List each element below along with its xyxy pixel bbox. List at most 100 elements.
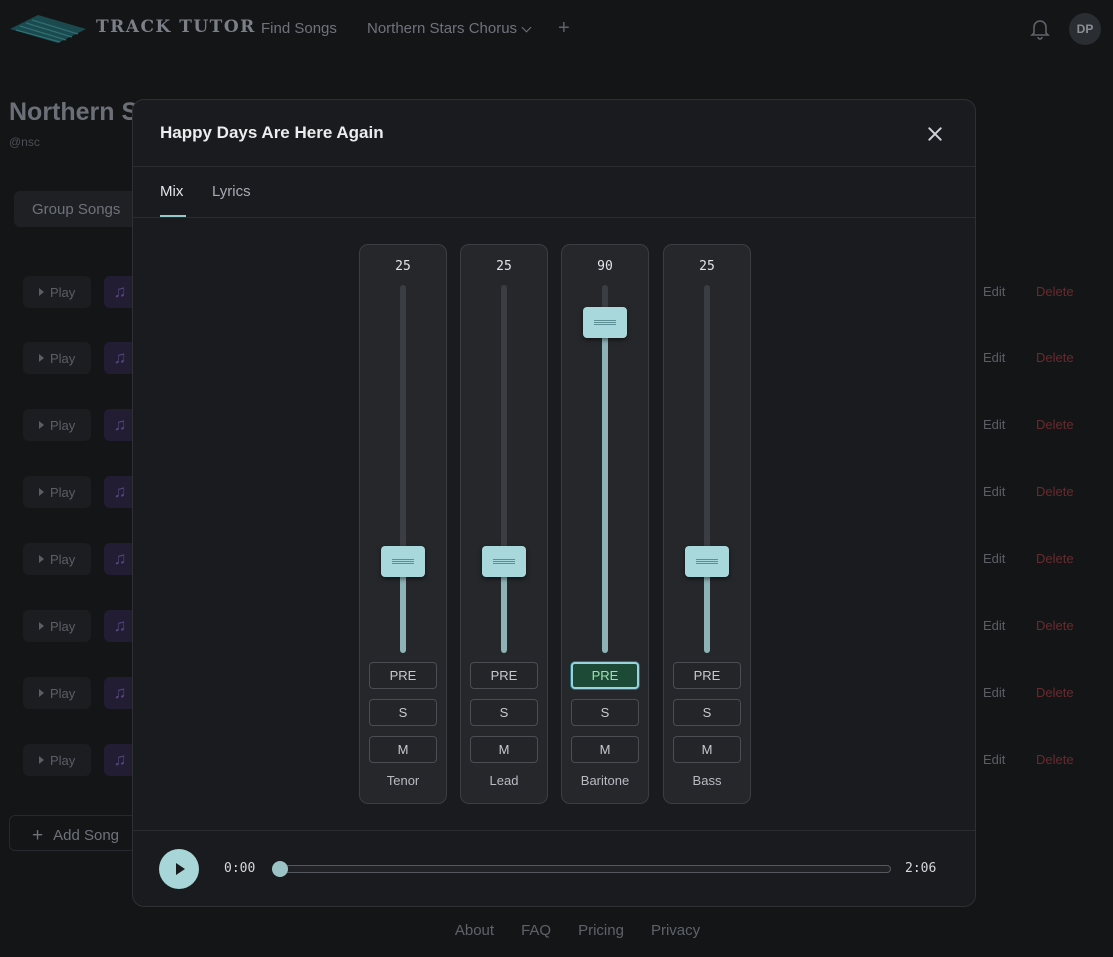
footer: About FAQ Pricing Privacy (0, 922, 1113, 939)
play-icon (39, 689, 44, 697)
volume-fill (602, 322, 608, 653)
pre-button[interactable]: PRE (673, 662, 741, 689)
play-icon (39, 421, 44, 429)
row-delete-button[interactable]: Delete (1036, 551, 1074, 566)
row-play-button[interactable]: Play (23, 409, 91, 441)
channel-name: Tenor (386, 773, 420, 788)
row-play-button[interactable]: Play (23, 276, 91, 308)
volume-handle[interactable] (685, 546, 729, 577)
nav-group-selector[interactable]: Northern Stars Chorus (367, 20, 532, 37)
row-delete-button[interactable]: Delete (1036, 618, 1074, 633)
volume-slider[interactable] (685, 285, 729, 653)
plus-icon: + (32, 825, 44, 846)
pre-button[interactable]: PRE (369, 662, 437, 689)
chevron-down-icon (521, 22, 532, 32)
channel-name: Lead (489, 773, 519, 788)
row-edit-button[interactable]: Edit (983, 685, 1005, 700)
solo-button[interactable]: S (571, 699, 639, 726)
footer-privacy[interactable]: Privacy (651, 922, 700, 939)
player-bar: 0:00 2:06 (133, 830, 975, 906)
volume-value: 25 (395, 259, 411, 274)
volume-handle[interactable] (381, 546, 425, 577)
row-play-button[interactable]: Play (23, 476, 91, 508)
current-time: 0:00 (224, 861, 256, 876)
row-play-button[interactable]: Play (23, 744, 91, 776)
row-play-button[interactable]: Play (23, 342, 91, 374)
channel-name: Bass (692, 773, 722, 788)
row-delete-button[interactable]: Delete (1036, 685, 1074, 700)
channel-name: Baritone (580, 773, 630, 788)
mixer-modal: Happy Days Are Here Again Mix Lyrics 25 P… (132, 99, 976, 907)
mute-button[interactable]: M (369, 736, 437, 763)
play-icon (39, 288, 44, 296)
modal-tabs: Mix Lyrics (133, 167, 975, 218)
row-delete-button[interactable]: Delete (1036, 752, 1074, 767)
volume-slider[interactable] (583, 285, 627, 653)
play-icon (39, 488, 44, 496)
solo-button[interactable]: S (470, 699, 538, 726)
tab-lyrics[interactable]: Lyrics (212, 183, 251, 200)
row-play-label: Play (50, 752, 76, 768)
volume-handle[interactable] (482, 546, 526, 577)
row-edit-button[interactable]: Edit (983, 484, 1005, 499)
row-edit-button[interactable]: Edit (983, 618, 1005, 633)
play-icon (39, 555, 44, 563)
row-play-label: Play (50, 618, 76, 634)
row-delete-button[interactable]: Delete (1036, 284, 1074, 299)
row-edit-button[interactable]: Edit (983, 551, 1005, 566)
row-play-button[interactable]: Play (23, 677, 91, 709)
volume-value: 90 (597, 259, 613, 274)
play-button[interactable] (159, 849, 199, 889)
solo-button[interactable]: S (673, 699, 741, 726)
channel-strip-tenor: 25 PRE S M Tenor (359, 244, 447, 804)
row-play-label: Play (50, 417, 76, 433)
mute-button[interactable]: M (571, 736, 639, 763)
volume-slider[interactable] (482, 285, 526, 653)
row-delete-button[interactable]: Delete (1036, 417, 1074, 432)
row-play-button[interactable]: Play (23, 610, 91, 642)
solo-button[interactable]: S (369, 699, 437, 726)
mute-button[interactable]: M (673, 736, 741, 763)
channel-strip-baritone: 90 PRE S M Baritone (561, 244, 649, 804)
total-time: 2:06 (905, 861, 937, 876)
logo-icon[interactable] (8, 12, 88, 46)
volume-value: 25 (699, 259, 715, 274)
brand-name[interactable]: TRACK TUTOR (96, 17, 256, 37)
row-delete-button[interactable]: Delete (1036, 484, 1074, 499)
pre-button[interactable]: PRE (571, 662, 639, 689)
avatar[interactable]: DP (1069, 13, 1101, 45)
bell-icon[interactable] (1030, 18, 1050, 40)
row-play-button[interactable]: Play (23, 543, 91, 575)
volume-value: 25 (496, 259, 512, 274)
play-icon (39, 354, 44, 362)
add-song-button[interactable]: + Add Song (9, 815, 149, 851)
play-icon (39, 756, 44, 764)
active-tab-indicator (160, 215, 186, 217)
close-icon[interactable] (925, 124, 945, 144)
row-play-label: Play (50, 284, 76, 300)
channel-strip-bass: 25 PRE S M Bass (663, 244, 751, 804)
seek-handle[interactable] (272, 861, 288, 877)
add-group-button[interactable]: + (558, 17, 570, 40)
footer-about[interactable]: About (455, 922, 494, 939)
channel-strip-lead: 25 PRE S M Lead (460, 244, 548, 804)
modal-header: Happy Days Are Here Again (133, 100, 975, 167)
row-edit-button[interactable]: Edit (983, 417, 1005, 432)
footer-faq[interactable]: FAQ (521, 922, 551, 939)
top-bar: TRACK TUTOR Find Songs Northern Stars Ch… (0, 0, 1113, 58)
row-edit-button[interactable]: Edit (983, 752, 1005, 767)
tab-mix[interactable]: Mix (160, 183, 183, 200)
add-song-label: Add Song (53, 827, 119, 844)
mute-button[interactable]: M (470, 736, 538, 763)
row-edit-button[interactable]: Edit (983, 350, 1005, 365)
footer-pricing[interactable]: Pricing (578, 922, 624, 939)
row-edit-button[interactable]: Edit (983, 284, 1005, 299)
nav-find-songs[interactable]: Find Songs (261, 20, 337, 37)
pre-button[interactable]: PRE (470, 662, 538, 689)
seek-slider[interactable] (272, 861, 891, 877)
row-delete-button[interactable]: Delete (1036, 350, 1074, 365)
volume-handle[interactable] (583, 307, 627, 338)
volume-slider[interactable] (381, 285, 425, 653)
row-play-label: Play (50, 685, 76, 701)
modal-title: Happy Days Are Here Again (160, 123, 384, 142)
